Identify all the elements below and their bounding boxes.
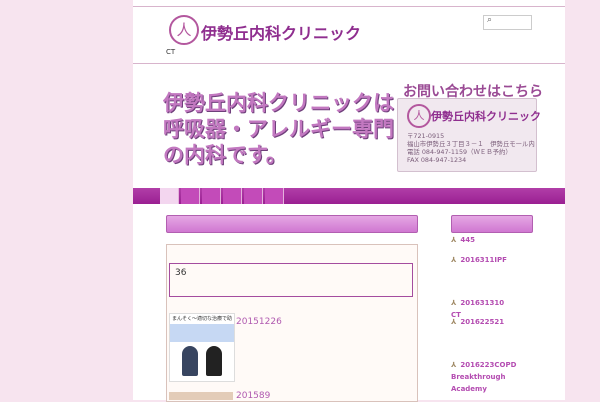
hero-line-2: 呼吸器・アレルギー専門	[163, 117, 394, 141]
thumbnail-caption: まんそく～適切な治療で助けます	[170, 314, 234, 332]
count-value: 36	[175, 268, 187, 278]
thumbnail-banner	[170, 324, 234, 342]
clinic-logo-icon: 人	[169, 15, 199, 45]
nav-item-home[interactable]	[160, 188, 179, 204]
contact-line-2: 福山市伊勢丘３丁目３－１ 伊勢丘モール内	[407, 140, 535, 148]
thumbnail-person-2	[206, 346, 222, 376]
contact-logo-icon: 人	[407, 104, 431, 128]
contact-details: 〒721-0915 福山市伊勢丘３丁目３－１ 伊勢丘モール内 電話 084-94…	[407, 132, 535, 164]
figure-icon: ⅄	[451, 299, 457, 307]
search-icon[interactable]: ⌕	[487, 15, 492, 25]
nav-item-4[interactable]	[223, 188, 242, 204]
content-heading-bar	[166, 215, 418, 233]
contact-clinic-name: 伊勢丘内科クリニック	[431, 110, 541, 123]
nav-item-5[interactable]	[244, 188, 263, 204]
count-box	[169, 263, 413, 297]
sidebar-item-2[interactable]: ⅄ 2016311IPF	[451, 254, 507, 266]
thumbnail-person-1	[182, 346, 198, 376]
contact-line-4: FAX 084-947-1234	[407, 156, 467, 164]
nav-item-6[interactable]	[265, 188, 284, 204]
header-ct-label: CT	[166, 48, 176, 56]
site-title[interactable]: 伊勢丘内科クリニック	[201, 20, 361, 44]
sidebar-item-5[interactable]: ⅄ 2016223COPD Breakthrough Academy	[451, 347, 516, 395]
hero-line-3: の内科です。	[163, 143, 287, 167]
hero-line-1: 伊勢丘内科クリニックは	[163, 91, 394, 115]
news-link-1[interactable]: 20151226	[236, 317, 282, 327]
nav-item-2[interactable]	[181, 188, 200, 204]
sidebar-item-4[interactable]: ⅄ 201622521	[451, 316, 504, 328]
top-divider	[133, 6, 565, 7]
news-thumbnail-2[interactable]	[169, 392, 233, 400]
figure-icon: ⅄	[451, 236, 457, 244]
sidebar-heading-bar	[451, 215, 533, 233]
contact-line-3: 電話 084-947-1159（ＷＥＢ予約）	[407, 148, 512, 156]
nav-item-3[interactable]	[202, 188, 221, 204]
header-divider	[133, 63, 565, 64]
figure-icon: ⅄	[451, 361, 457, 369]
news-thumbnail-1[interactable]: まんそく～適切な治療で助けます	[169, 313, 235, 382]
contact-line-1: 〒721-0915	[407, 132, 445, 140]
hero-message: 伊勢丘内科クリニックは 呼吸器・アレルギー専門 の内科です。	[163, 90, 394, 168]
figure-icon: ⅄	[451, 318, 457, 326]
figure-icon: ⅄	[451, 256, 457, 264]
sidebar-item-1[interactable]: ⅄ 445	[451, 234, 475, 246]
